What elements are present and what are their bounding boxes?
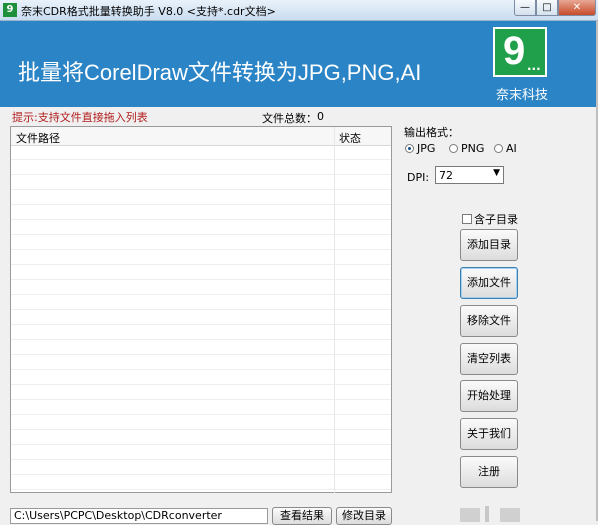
list-rows <box>11 145 391 492</box>
view-result-button[interactable]: 查看结果 <box>272 507 332 525</box>
close-button[interactable]: ✕ <box>558 0 596 16</box>
file-count-value: 0 <box>317 110 324 123</box>
dpi-select[interactable]: 72 ▼ <box>435 166 504 184</box>
radio-jpg[interactable]: JPG <box>405 142 435 155</box>
watermark-fragment <box>500 508 520 522</box>
radio-unselected-icon <box>494 144 503 153</box>
file-list[interactable]: 文件路径 状态 <box>10 126 392 493</box>
remove-file-button[interactable]: 移除文件 <box>460 305 518 337</box>
subfolder-label: 含子目录 <box>474 213 518 226</box>
watermark-fragment <box>485 506 489 522</box>
window-title: 奈末CDR格式批量转换助手 V8.0 <支持*.cdr文档> <box>21 5 276 18</box>
subfolder-checkbox[interactable]: 含子目录 <box>462 211 518 227</box>
maximize-button[interactable]: □ <box>536 0 558 16</box>
chevron-down-icon: ▼ <box>493 168 500 178</box>
output-path-field[interactable]: C:\Users\PCPC\Desktop\CDRconverter <box>10 508 268 524</box>
add-folder-button[interactable]: 添加目录 <box>460 229 518 261</box>
banner-title: 批量将CorelDraw文件转换为JPG,PNG,AI <box>18 60 422 85</box>
radio-selected-icon <box>405 144 414 153</box>
radio-png[interactable]: PNG <box>449 142 484 155</box>
checkbox-icon <box>462 214 472 224</box>
dpi-label: DPI: <box>407 171 430 184</box>
drag-hint: 提示:支持文件直接拖入列表 <box>12 111 148 124</box>
clear-list-button[interactable]: 清空列表 <box>460 343 518 375</box>
column-header-status[interactable]: 状态 <box>339 130 361 146</box>
company-name: 奈末科技 <box>495 88 548 103</box>
change-directory-button[interactable]: 修改目录 <box>336 507 392 525</box>
add-file-button[interactable]: 添加文件 <box>460 267 518 299</box>
radio-ai[interactable]: AI <box>494 142 517 155</box>
register-button[interactable]: 注册 <box>460 456 518 488</box>
radio-jpg-label: JPG <box>417 142 436 155</box>
radio-ai-label: AI <box>506 142 517 155</box>
logo-dots: ... <box>527 59 541 73</box>
header-banner: 批量将CorelDraw文件转换为JPG,PNG,AI 9 ... 奈末科技 <box>0 21 598 107</box>
start-button[interactable]: 开始处理 <box>460 380 518 412</box>
company-logo: 9 ... <box>493 27 547 77</box>
title-bar: 9 奈末CDR格式批量转换助手 V8.0 <支持*.cdr文档> — □ ✕ <box>0 0 598 21</box>
radio-unselected-icon <box>449 144 458 153</box>
file-count-label: 文件总数： <box>262 112 317 125</box>
column-header-path[interactable]: 文件路径 <box>16 130 60 146</box>
logo-nine-glyph: 9 <box>503 29 526 73</box>
app-icon: 9 <box>3 3 17 17</box>
dpi-value: 72 <box>439 169 453 182</box>
radio-png-label: PNG <box>461 142 485 155</box>
minimize-button[interactable]: — <box>514 0 536 16</box>
output-format-label: 输出格式： <box>404 126 459 139</box>
about-button[interactable]: 关于我们 <box>460 418 518 450</box>
watermark-fragment <box>460 508 480 522</box>
